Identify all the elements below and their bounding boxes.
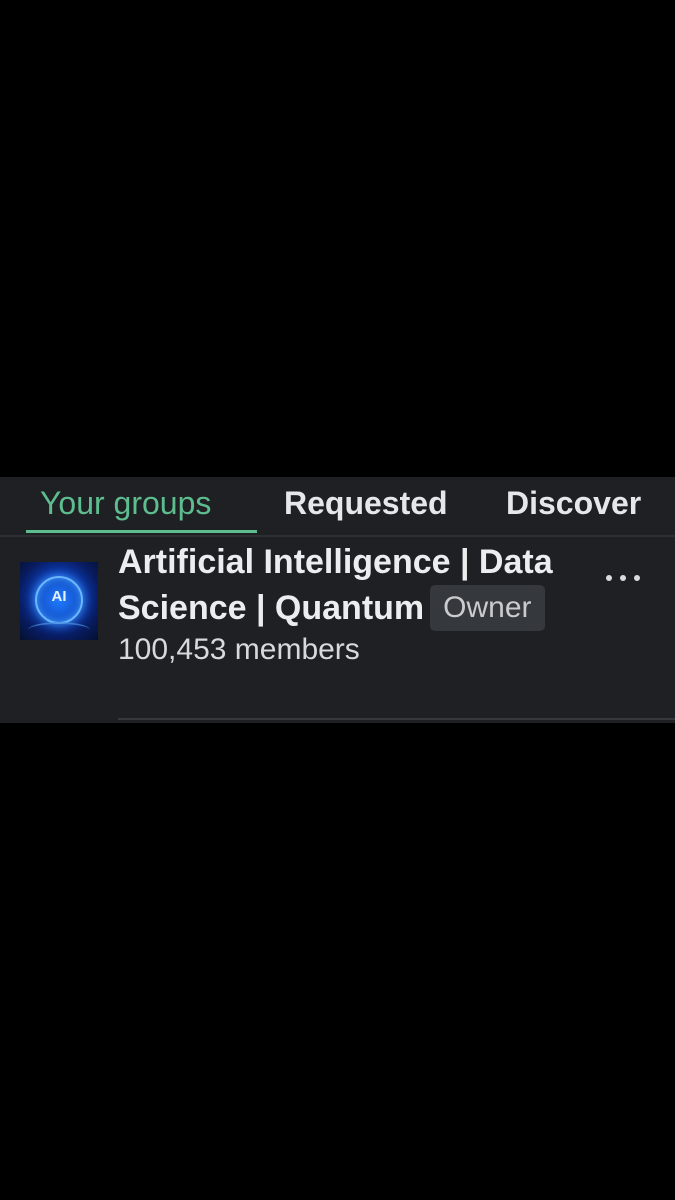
group-avatar[interactable]: AI	[20, 562, 98, 640]
groups-panel: Your groups Requested Discover AI Artifi…	[0, 477, 675, 723]
group-list-item[interactable]: AI Artificial Intelligence | Data Scienc…	[0, 537, 675, 723]
tab-discover[interactable]: Discover	[506, 477, 641, 533]
more-horizontal-icon	[620, 575, 626, 581]
active-tab-indicator	[26, 530, 257, 533]
group-name[interactable]: Artificial Intelligence | Data Science |…	[118, 540, 588, 631]
owner-badge: Owner	[430, 585, 545, 631]
group-tabs: Your groups Requested Discover	[0, 477, 675, 537]
avatar-hand-shape	[28, 622, 90, 638]
more-horizontal-icon	[606, 575, 612, 581]
member-count: 100,453 members	[118, 633, 360, 666]
tab-your-groups[interactable]: Your groups	[40, 477, 211, 533]
more-options-button[interactable]	[596, 557, 652, 597]
tab-requested[interactable]: Requested	[284, 477, 448, 533]
row-divider	[118, 718, 675, 720]
avatar-label: AI	[51, 588, 67, 605]
more-horizontal-icon	[634, 575, 640, 581]
